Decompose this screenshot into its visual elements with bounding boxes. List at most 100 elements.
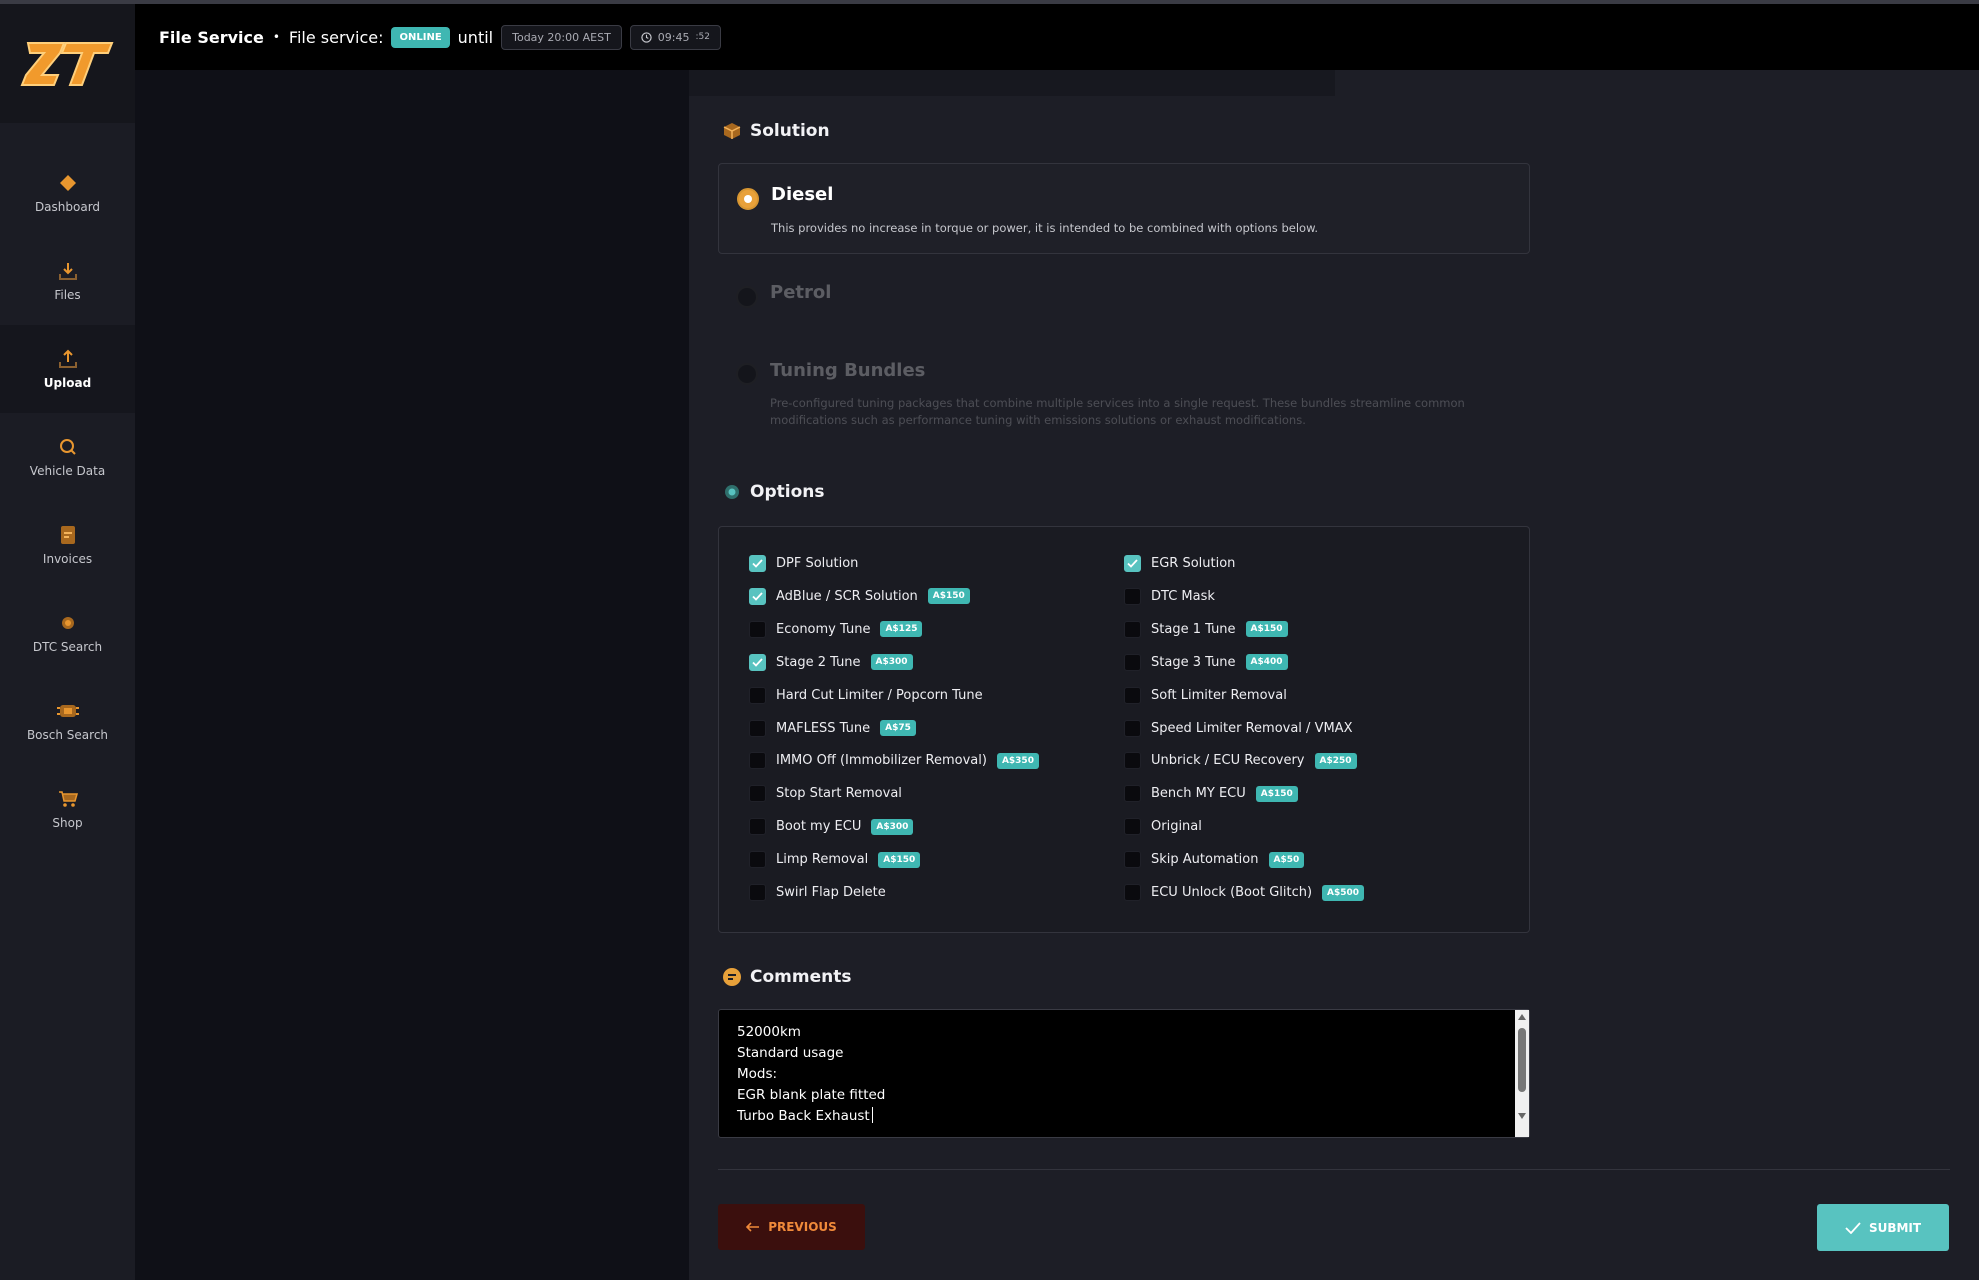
option-label: Boot my ECU [776,819,862,835]
sidebar-item-bosch-search[interactable]: Bosch Search [0,677,135,765]
solution-option-tuning-bundles[interactable]: Tuning Bundles Pre-configured tuning pac… [718,345,1530,445]
option-label: Limp Removal [776,852,869,868]
option-label: MAFLESS Tune [776,720,871,736]
checkbox-unchecked[interactable] [749,851,766,869]
option-row[interactable]: Skip Automation A$50 [1124,851,1305,869]
option-label: Speed Limiter Removal / VMAX [1151,720,1353,736]
clock-chip: 09:45:52 [629,24,721,50]
option-row[interactable]: IMMO Off (Immobilizer Removal) A$350 [749,752,1039,770]
price-badge: A$50 [1268,851,1305,868]
clock-time: 09:45 [657,30,690,44]
option-row[interactable]: Stage 3 Tune A$400 [1124,653,1288,671]
check-icon [1845,1221,1861,1234]
checkbox-unchecked[interactable] [749,620,766,638]
sidebar-item-dashboard[interactable]: Dashboard [0,149,135,237]
checkbox-unchecked[interactable] [1124,818,1141,836]
checkbox-unchecked[interactable] [749,884,766,901]
option-row[interactable]: Stage 1 Tune A$150 [1124,620,1288,638]
previous-button[interactable]: PREVIOUS [718,1204,865,1250]
checkbox-unchecked[interactable] [1124,620,1141,638]
service-label: File service: [288,27,384,47]
checkbox-checked[interactable] [749,653,766,671]
option-row[interactable]: Soft Limiter Removal [1124,686,1287,704]
sidebar-item-shop[interactable]: Shop [0,765,135,853]
checkbox-checked[interactable] [749,555,766,572]
option-label: Soft Limiter Removal [1151,687,1287,703]
sidebar-item-files[interactable]: Files [0,237,135,325]
checkbox-unchecked[interactable] [749,785,766,803]
checkbox-unchecked[interactable] [1124,884,1141,901]
price-badge: A$150 [1255,785,1298,802]
checkbox-unchecked[interactable] [1124,653,1141,671]
solution-desc: Pre-configured tuning packages that comb… [770,396,1465,427]
radio-unselected[interactable] [736,363,758,385]
option-row[interactable]: ECU Unlock (Boot Glitch) A$500 [1124,884,1365,901]
option-label: EGR Solution [1151,556,1236,571]
option-row[interactable]: DPF Solution [749,555,858,572]
separator-dot: • [272,30,280,44]
checkbox-checked[interactable] [749,587,766,605]
checkbox-unchecked[interactable] [749,686,766,704]
option-row[interactable]: Swirl Flap Delete [749,884,886,901]
option-row[interactable]: DTC Mask [1124,587,1215,605]
checkbox-unchecked[interactable] [1124,851,1141,869]
option-label: Hard Cut Limiter / Popcorn Tune [776,687,983,703]
sidebar-item-upload[interactable]: Upload [0,325,135,413]
scroll-up-arrow[interactable] [1518,1014,1526,1020]
solution-heading: Solution [722,121,830,141]
checkbox-unchecked[interactable] [1124,785,1141,803]
textarea-scrollbar[interactable] [1515,1010,1529,1137]
comments-textarea[interactable]: 52000km Standard usage Mods: EGR blank p… [718,1009,1530,1138]
scroll-down-arrow[interactable] [1518,1113,1526,1119]
solution-title: Diesel [771,184,834,205]
option-row[interactable]: EGR Solution [1124,555,1235,572]
option-label: AdBlue / SCR Solution [776,588,918,604]
option-row[interactable]: Bench MY ECU A$150 [1124,785,1298,803]
option-row[interactable]: Limp Removal A$150 [749,851,921,869]
option-row[interactable]: Economy Tune A$125 [749,620,923,638]
solution-option-petrol[interactable]: Petrol [718,264,1530,334]
comments-heading: Comments [722,967,851,987]
option-row[interactable]: Hard Cut Limiter / Popcorn Tune [749,686,983,704]
option-row[interactable]: Speed Limiter Removal / VMAX [1124,719,1353,737]
checkbox-unchecked[interactable] [749,818,766,836]
previous-label: PREVIOUS [768,1220,837,1234]
option-label: DTC Mask [1151,588,1215,604]
checkbox-unchecked[interactable] [1124,719,1141,737]
cart-icon [57,788,79,810]
option-row[interactable]: Boot my ECU A$300 [749,818,914,836]
checkmark-icon [1127,559,1138,568]
option-label: Stage 1 Tune [1151,621,1236,637]
submit-button[interactable]: SUBMIT [1817,1204,1949,1251]
option-row[interactable]: MAFLESS Tune A$75 [749,719,916,737]
chip-icon [56,700,79,722]
checkmark-icon [752,592,763,601]
sidebar-item-dtc-search[interactable]: DTC Search [0,589,135,677]
box-icon [722,121,742,141]
files-download-icon [57,260,79,282]
option-row[interactable]: AdBlue / SCR Solution A$150 [749,587,970,605]
solution-option-diesel[interactable]: Diesel This provides no increase in torq… [718,163,1530,254]
sidebar-item-invoices[interactable]: Invoices [0,501,135,589]
solution-heading-text: Solution [750,121,830,141]
progress-strip [689,70,1335,96]
checkbox-unchecked[interactable] [749,719,766,737]
solution-title: Tuning Bundles [770,360,926,381]
left-pane [135,70,689,1280]
logo[interactable] [0,4,135,123]
price-badge: A$250 [1314,752,1357,769]
scroll-thumb[interactable] [1518,1028,1526,1092]
checkbox-unchecked[interactable] [1124,686,1141,704]
checkbox-unchecked[interactable] [1124,587,1141,605]
option-row[interactable]: Stop Start Removal [749,785,902,803]
option-row[interactable]: Unbrick / ECU Recovery A$250 [1124,752,1357,770]
checkbox-unchecked[interactable] [749,752,766,770]
gear-icon [57,612,79,634]
sidebar-item-vehicle-data[interactable]: Vehicle Data [0,413,135,501]
checkbox-unchecked[interactable] [1124,752,1141,770]
checkbox-checked[interactable] [1124,555,1141,572]
radio-selected[interactable] [737,188,759,210]
radio-unselected[interactable] [736,286,758,308]
option-row[interactable]: Original [1124,818,1202,836]
option-row[interactable]: Stage 2 Tune A$300 [749,653,913,671]
